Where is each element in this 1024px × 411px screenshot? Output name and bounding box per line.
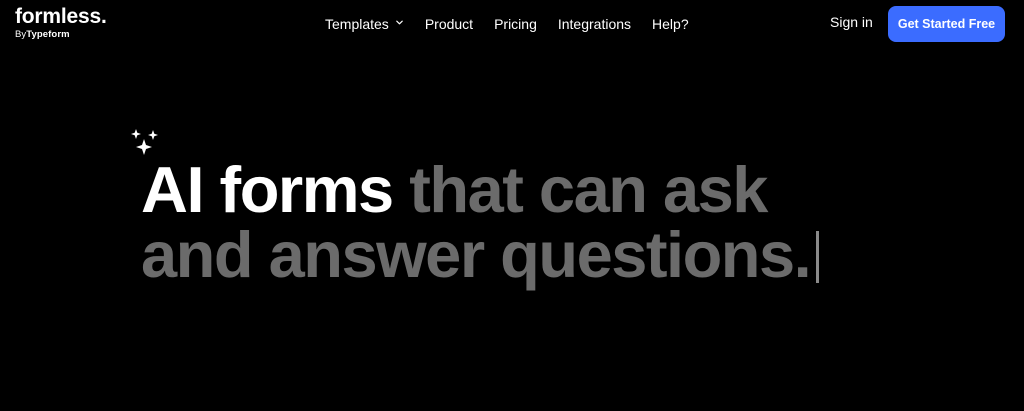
nav-item-help[interactable]: Help? [652,16,689,32]
hero-line-1: AI forms that can ask [141,157,819,222]
hero-headline: AI forms that can ask and answer questio… [141,157,820,287]
hero-line-2: and answer questions. [141,222,820,287]
chevron-down-icon [396,20,403,25]
hero-muted-text-1: that can ask [409,153,768,226]
hero-muted-text-2: and answer questions. [141,218,812,291]
main-nav: Templates Product Pricing Integrations H… [325,14,689,34]
nav-item-product[interactable]: Product [425,16,473,32]
byline-brand: Typeform [26,29,70,40]
byline-prefix: By [15,29,27,40]
nav-item-templates[interactable]: Templates [325,16,404,32]
nav-label-templates: Templates [325,16,389,32]
logo-wordmark: formless. [15,5,107,28]
formless-logo[interactable]: formless. ByTypeform [15,6,107,40]
hero-highlight: AI forms [141,153,394,226]
sign-in-link[interactable]: Sign in [830,14,873,30]
nav-item-pricing[interactable]: Pricing [494,16,537,32]
logo-byline: ByTypeform [15,30,107,40]
typing-caret [816,231,820,283]
landing-page: formless. ByTypeform Templates Product P… [0,0,1024,411]
nav-item-integrations[interactable]: Integrations [558,16,631,32]
get-started-button[interactable]: Get Started Free [888,6,1005,42]
